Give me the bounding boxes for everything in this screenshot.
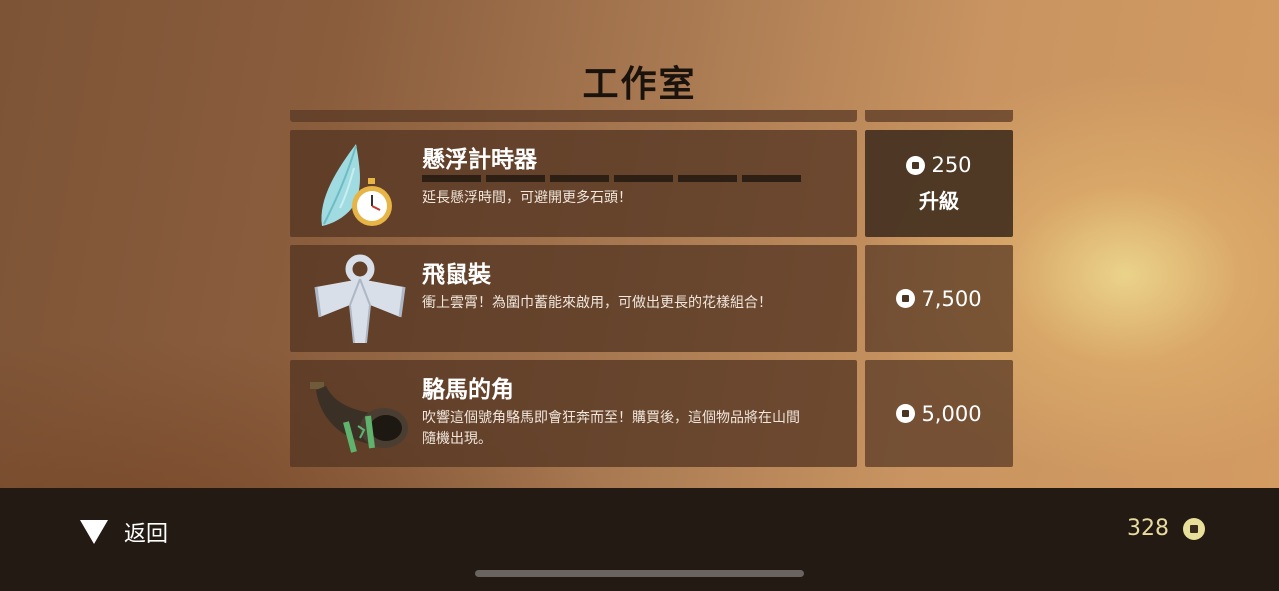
item-name: 飛鼠裝 [422,262,491,288]
horn-icon [310,382,408,453]
buy-button[interactable]: 7,500 [865,245,1013,352]
bottom-bar: 返回 328 [0,488,1279,591]
buy-button[interactable]: 5,000 [865,360,1013,467]
description-line: 吹響這個號角駱馬即會狂奔而至！購買後，這個物品將在山間 [422,410,800,426]
description-line: 隨機出現。 [422,431,492,447]
upgrade-button[interactable]: 250 升級 [865,130,1013,237]
page-title: 工作室 [582,64,697,105]
item-price: 5,000 [921,401,982,426]
item-row-llama-horn[interactable]: 駱馬的角 吹響這個號角駱馬即會狂奔而至！購買後，這個物品將在山間 隨機出現。 [290,360,857,467]
back-label: 返回 [124,522,169,547]
coin-icon [896,404,916,423]
item-row-wingsuit[interactable]: 飛鼠裝 衝上雲霄！為圍巾蓄能來啟用，可做出更長的花樣組合！ [290,245,857,352]
coin-icon [896,289,916,308]
item-row-hover-timer[interactable]: 懸浮計時器 延長懸浮時間，可避開更多石頭！ [290,130,857,237]
feather-stopwatch-icon [321,144,392,226]
list-scroll-top-edge [290,110,857,122]
progress-segment [678,175,737,182]
upgrade-label: 升級 [919,189,959,213]
progress-segment [614,175,673,182]
upgrade-progress [422,175,801,182]
progress-segment [422,175,481,182]
coin-balance-value: 328 [1127,516,1169,541]
item-price: 250 [931,153,972,177]
item-name: 懸浮計時器 [422,147,537,173]
wingsuit-icon [314,254,406,344]
coin-icon [1183,517,1205,540]
back-triangle-icon [80,520,108,544]
back-button[interactable]: 返回 [80,516,168,548]
home-indicator[interactable] [475,570,804,577]
progress-segment [550,175,609,182]
coin-icon [906,155,926,175]
item-description: 吹響這個號角駱馬即會狂奔而至！購買後，這個物品將在山間 隨機出現。 [422,408,852,450]
progress-segment [742,175,801,182]
progress-segment [486,175,545,182]
price-scroll-top-edge [865,110,1013,122]
item-name: 駱馬的角 [422,377,514,403]
item-description: 延長懸浮時間，可避開更多石頭！ [422,190,632,206]
coin-balance: 328 [1127,516,1205,541]
item-description: 衝上雲霄！為圍巾蓄能來啟用，可做出更長的花樣組合！ [422,295,772,311]
item-price: 7,500 [921,286,982,311]
